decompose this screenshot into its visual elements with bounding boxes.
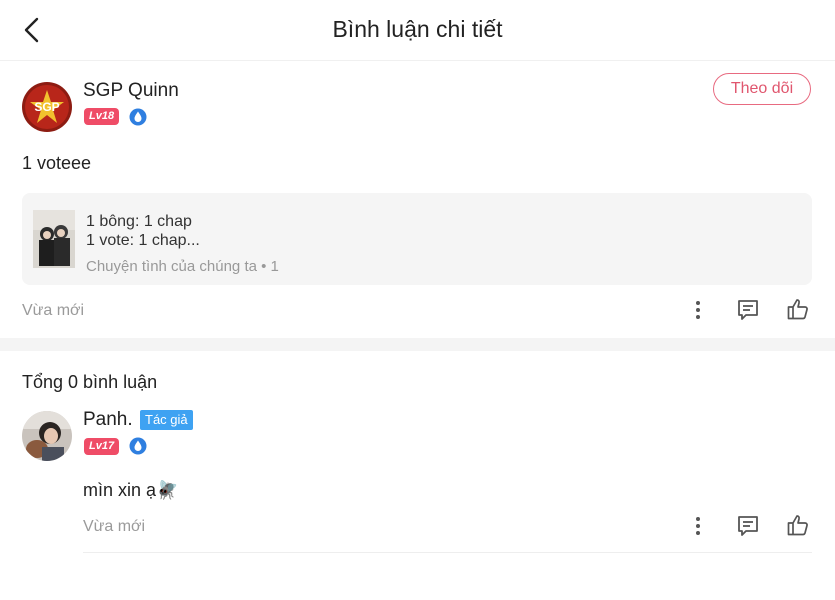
book-meta: Chuyện tình của chúng ta • 1 bbox=[86, 258, 279, 275]
comment-time: Vừa mới bbox=[83, 518, 146, 535]
book-cover bbox=[33, 210, 75, 268]
vip-drop-icon bbox=[129, 108, 147, 126]
follow-button[interactable]: Theo dõi bbox=[713, 73, 811, 105]
like-button[interactable] bbox=[784, 295, 812, 323]
more-vertical-icon bbox=[696, 517, 700, 535]
post-time: Vừa mới bbox=[22, 302, 85, 319]
avatar[interactable]: SGP bbox=[22, 82, 72, 132]
svg-text:SGP: SGP bbox=[34, 100, 59, 114]
book-line-2: 1 vote: 1 chap... bbox=[86, 232, 200, 249]
book-card[interactable]: 1 bông: 1 chap 1 vote: 1 chap... Chuyện … bbox=[22, 193, 812, 285]
page-title: Bình luận chi tiết bbox=[332, 16, 503, 42]
comment-icon bbox=[738, 300, 758, 320]
comment-author-name[interactable]: Panh. bbox=[83, 409, 133, 431]
more-vertical-icon bbox=[696, 301, 700, 319]
comment-like-button[interactable] bbox=[784, 511, 812, 539]
like-icon bbox=[787, 299, 808, 320]
comment-button[interactable] bbox=[734, 296, 762, 324]
more-button[interactable] bbox=[684, 296, 712, 324]
comments-count: Tổng 0 bình luận bbox=[22, 372, 158, 392]
author-tag: Tác giả bbox=[140, 410, 193, 430]
comment-more-button[interactable] bbox=[684, 512, 712, 540]
header: Bình luận chi tiết bbox=[0, 0, 835, 61]
level-badge: Lv18 bbox=[84, 108, 120, 125]
book-line-1: 1 bông: 1 chap bbox=[86, 213, 192, 230]
section-separator bbox=[0, 338, 835, 351]
comment-icon bbox=[738, 516, 758, 536]
post-text: 1 voteee bbox=[22, 153, 92, 173]
like-icon bbox=[787, 515, 808, 536]
vip-drop-icon bbox=[129, 437, 147, 455]
comment-text: mìn xin ạ🪰 bbox=[83, 480, 179, 500]
comment-level-badge: Lv17 bbox=[84, 438, 120, 455]
comment-avatar[interactable] bbox=[22, 411, 72, 461]
comment-divider bbox=[83, 552, 812, 553]
comment-reply-button[interactable] bbox=[734, 512, 762, 540]
post-author-name[interactable]: SGP Quinn bbox=[83, 80, 179, 102]
